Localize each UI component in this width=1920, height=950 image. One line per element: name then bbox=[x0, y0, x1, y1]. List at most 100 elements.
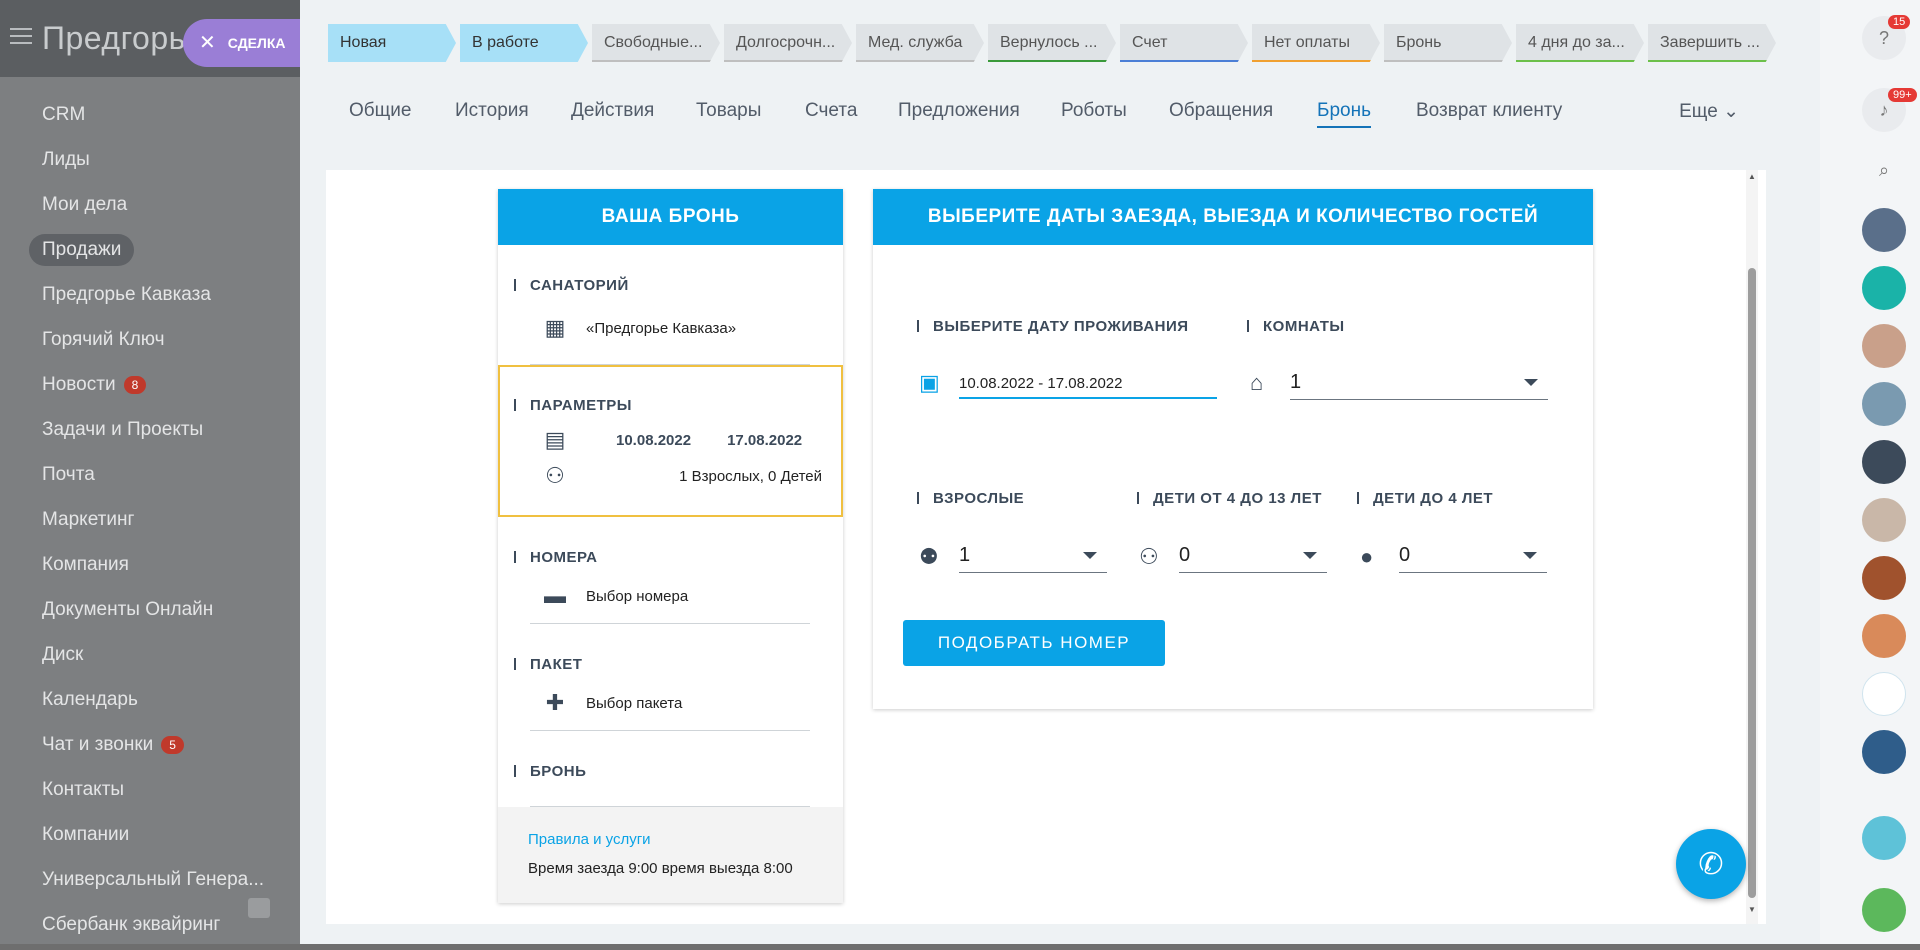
avatar[interactable] bbox=[1862, 498, 1906, 542]
sanatorium-title: САНАТОРИЙ bbox=[514, 277, 629, 294]
date-range-input[interactable] bbox=[959, 369, 1217, 399]
sidebar-item-chat[interactable]: Чат и звонки 5 bbox=[0, 722, 300, 767]
sidebar-item-docs-online[interactable]: Документы Онлайн bbox=[0, 587, 300, 632]
package-row[interactable]: ✚ Выбор пакета bbox=[542, 692, 683, 714]
stage-new[interactable]: Новая bbox=[328, 24, 456, 62]
scroll-down-icon[interactable]: ▼ bbox=[1748, 905, 1756, 914]
chat-count-badge: 5 bbox=[161, 735, 184, 754]
divider bbox=[530, 730, 810, 731]
sidebar-item-mail[interactable]: Почта bbox=[0, 452, 300, 497]
stage-4-days[interactable]: 4 дня до за... bbox=[1516, 24, 1644, 62]
sidebar-item-crm[interactable]: CRM bbox=[0, 92, 300, 137]
rules-link[interactable]: Правила и услуги bbox=[528, 831, 813, 848]
avatar[interactable] bbox=[1862, 440, 1906, 484]
tab-robots[interactable]: Роботы bbox=[1061, 100, 1127, 122]
kids-under4-select[interactable]: 0 bbox=[1399, 539, 1547, 573]
sidebar-item-marketing[interactable]: Маркетинг bbox=[0, 497, 300, 542]
lock-icon[interactable] bbox=[1862, 266, 1906, 310]
selector-header: ВЫБЕРИТЕ ДАТЫ ЗАЕЗДА, ВЫЕЗДА И КОЛИЧЕСТВ… bbox=[873, 189, 1593, 245]
stage-med-service[interactable]: Мед. служба bbox=[856, 24, 984, 62]
sidebar-item-news[interactable]: Новости 8 bbox=[0, 362, 300, 407]
sidebar-item-predgorye[interactable]: Предгорье Кавказа bbox=[0, 272, 300, 317]
tab-invoices[interactable]: Счета bbox=[805, 100, 857, 122]
rooms-row[interactable]: ▬ Выбор номера bbox=[542, 585, 688, 607]
left-sidebar: Предгорь CRM Лиды Мои дела Продажи Предг… bbox=[0, 0, 300, 950]
scrollbar-thumb[interactable] bbox=[1748, 268, 1756, 898]
sidebar-item-drive[interactable]: Диск bbox=[0, 632, 300, 677]
calendar-icon: ▤ bbox=[544, 427, 566, 452]
avatar[interactable] bbox=[1862, 324, 1906, 368]
stage-no-payment[interactable]: Нет оплаты bbox=[1252, 24, 1380, 62]
search-icon[interactable]: ⌕ bbox=[1862, 148, 1906, 192]
bottom-strip bbox=[0, 944, 1920, 950]
help-badge: 15 bbox=[1888, 15, 1911, 29]
date-from: 10.08.2022 bbox=[616, 431, 692, 449]
date-guests-selector-card: ВЫБЕРИТЕ ДАТЫ ЗАЕЗДА, ВЫЕЗДА И КОЛИЧЕСТВ… bbox=[873, 189, 1593, 709]
adults-select[interactable]: 1 bbox=[959, 539, 1107, 573]
avatar[interactable] bbox=[1862, 556, 1906, 600]
adults-label: ВЗРОСЛЫЕ bbox=[917, 490, 1024, 507]
open-lines-icon[interactable] bbox=[1862, 816, 1906, 860]
rooms-select[interactable]: 1 bbox=[1290, 366, 1548, 400]
package-title: ПАКЕТ bbox=[513, 656, 583, 673]
sidebar-item-universal-generator[interactable]: Универсальный Генера... bbox=[0, 857, 300, 902]
stage-in-work[interactable]: В работе bbox=[460, 24, 588, 62]
date-label: ВЫБЕРИТЕ ДАТУ ПРОЖИВАНИЯ bbox=[917, 318, 1189, 335]
sidebar-item-companies[interactable]: Компании bbox=[0, 812, 300, 857]
calendar-icon[interactable]: ▣ bbox=[919, 370, 940, 396]
family-icon: ⚇ bbox=[545, 463, 565, 488]
avatar[interactable] bbox=[1862, 614, 1906, 658]
sidebar-item-calendar[interactable]: Календарь bbox=[0, 677, 300, 722]
checkin-times: Время заезда 9:00 время выезда 8:00 bbox=[528, 860, 793, 877]
find-room-button[interactable]: ПОДОБРАТЬ НОМЕР bbox=[903, 620, 1165, 666]
sidebar-item-tasks-projects[interactable]: Задачи и Проекты bbox=[0, 407, 300, 452]
logo-avatar[interactable] bbox=[1862, 672, 1906, 716]
tab-general[interactable]: Общие bbox=[349, 100, 411, 122]
stage-pipeline: Новая В работе Свободные... Долгосрочн..… bbox=[328, 24, 1776, 62]
sidebar-item-leads[interactable]: Лиды bbox=[0, 137, 300, 182]
tab-products[interactable]: Товары bbox=[696, 100, 761, 122]
kids-4-13-select[interactable]: 0 bbox=[1179, 539, 1327, 573]
stage-invoice[interactable]: Счет bbox=[1120, 24, 1248, 62]
close-deal-chip[interactable]: ✕ СДЕЛКА bbox=[183, 19, 303, 67]
tab-offers[interactable]: Предложения bbox=[898, 100, 1020, 122]
sidebar-item-goryachiy-klyuch[interactable]: Горячий Ключ bbox=[0, 317, 300, 362]
stage-free[interactable]: Свободные... bbox=[592, 24, 720, 62]
chevron-down-icon bbox=[1083, 552, 1097, 559]
tab-booking[interactable]: Бронь bbox=[1317, 100, 1371, 128]
menu-burger-icon[interactable] bbox=[10, 28, 32, 46]
package-value: Выбор пакета bbox=[586, 694, 683, 712]
tab-history[interactable]: История bbox=[455, 100, 529, 122]
sidebar-item-my-tasks[interactable]: Мои дела bbox=[0, 182, 300, 227]
tab-appeals[interactable]: Обращения bbox=[1169, 100, 1273, 122]
printer-icon[interactable] bbox=[248, 898, 270, 918]
sidebar-item-contacts[interactable]: Контакты bbox=[0, 767, 300, 812]
tab-more[interactable]: Еще ⌄ bbox=[1679, 100, 1739, 123]
portal-title[interactable]: Предгорь bbox=[42, 20, 186, 57]
sidebar-item-company[interactable]: Компания bbox=[0, 542, 300, 587]
phone-call-button[interactable]: ✆ bbox=[1676, 829, 1746, 899]
chevron-down-icon bbox=[1524, 379, 1538, 386]
house-icon: ⌂ bbox=[1250, 370, 1264, 395]
stage-complete[interactable]: Завершить ... bbox=[1648, 24, 1776, 62]
stage-returned[interactable]: Вернулось ... bbox=[988, 24, 1116, 62]
tab-actions[interactable]: Действия bbox=[571, 100, 654, 122]
sidebar-item-sales[interactable]: Продажи bbox=[0, 227, 300, 272]
avatar[interactable] bbox=[1862, 208, 1906, 252]
notifications-badge: 99+ bbox=[1888, 88, 1917, 102]
avatar[interactable] bbox=[1862, 382, 1906, 426]
bed-icon: ▬ bbox=[544, 583, 566, 608]
sanatorium-row: ▦ «Предгорье Кавказа» bbox=[542, 317, 736, 339]
tab-refund[interactable]: Возврат клиенту bbox=[1416, 100, 1562, 122]
stage-long-term[interactable]: Долгосрочн... bbox=[724, 24, 852, 62]
phone-icon[interactable] bbox=[1862, 888, 1906, 932]
group-chat-icon[interactable] bbox=[1862, 730, 1906, 774]
booking-summary-header: ВАША БРОНЬ bbox=[498, 189, 843, 245]
scroll-up-icon[interactable]: ▲ bbox=[1748, 172, 1756, 181]
news-count-badge: 8 bbox=[123, 375, 147, 394]
sanatorium-name: «Предгорье Кавказа» bbox=[586, 319, 737, 337]
stage-booking[interactable]: Бронь bbox=[1384, 24, 1512, 62]
divider bbox=[530, 623, 810, 624]
chevron-down-icon bbox=[1523, 552, 1537, 559]
sidebar-menu: CRM Лиды Мои дела Продажи Предгорье Кавк… bbox=[0, 92, 300, 947]
